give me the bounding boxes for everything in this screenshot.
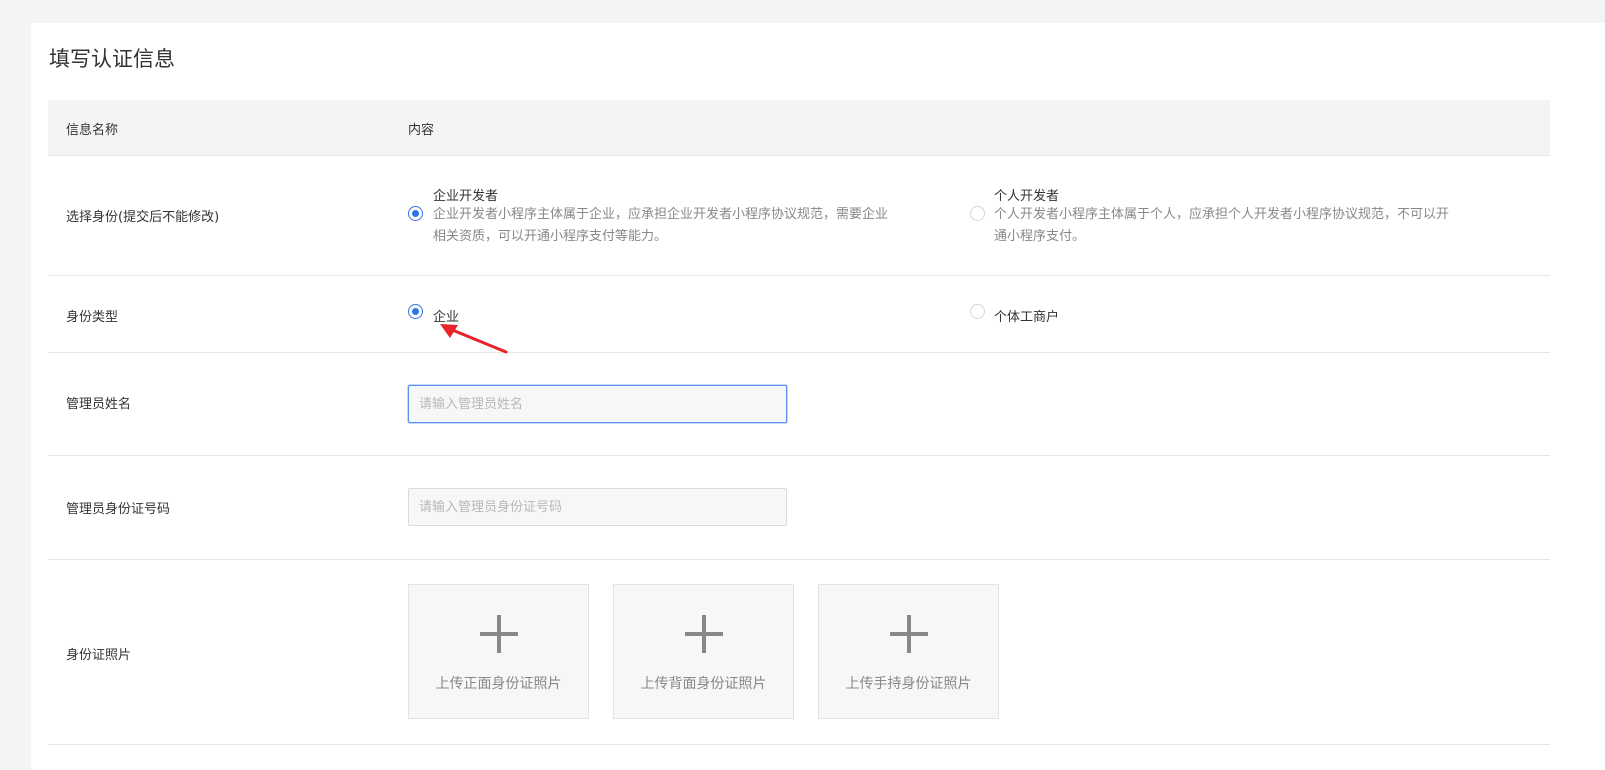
admin-name-label: 管理员姓名 — [66, 397, 132, 412]
enterprise-developer-radio[interactable] — [408, 206, 423, 221]
enterprise-developer-desc-line1: 企业开发者小程序主体属于企业，应承担企业开发者小程序协议规范，需要企业 — [433, 207, 889, 222]
identity-type-label: 身份类型 — [66, 310, 119, 325]
personal-developer-desc-line2: 通小程序支付。 — [994, 229, 1086, 244]
table-header: 信息名称 内容 — [48, 100, 1550, 156]
plus-icon — [480, 615, 518, 653]
admin-name-input[interactable] — [408, 385, 787, 423]
personal-developer-title[interactable]: 个人开发者 — [994, 185, 1059, 204]
admin-id-label: 管理员身份证号码 — [66, 502, 171, 517]
identity-type-row: 身份类型 企业 个体工商户 — [48, 276, 1550, 353]
upload-back-button[interactable]: 上传背面身份证照片 — [613, 584, 794, 719]
identity-row: 选择身份(提交后不能修改) 企业开发者 企业开发者小程序主体属于企业，应承担企业… — [48, 156, 1550, 276]
header-info-name: 信息名称 — [66, 123, 119, 138]
plus-icon — [890, 615, 928, 653]
id-photo-row: 身份证照片 上传正面身份证照片 上传背面身份证照片 上传手持身份证照片 — [48, 560, 1550, 745]
admin-id-row: 管理员身份证号码 — [48, 456, 1550, 560]
annotation-arrow-icon — [440, 324, 508, 354]
id-photo-label: 身份证照片 — [66, 648, 132, 663]
upload-front-button[interactable]: 上传正面身份证照片 — [408, 584, 589, 719]
admin-name-row: 管理员姓名 — [48, 353, 1550, 456]
enterprise-developer-desc-line2: 相关资质，可以开通小程序支付等能力。 — [433, 229, 668, 244]
enterprise-developer-title[interactable]: 企业开发者 — [433, 185, 498, 204]
form-table: 信息名称 内容 选择身份(提交后不能修改) 企业开发者 企业开发者小程序主体属于… — [48, 100, 1550, 745]
upload-front-label: 上传正面身份证照片 — [435, 676, 562, 692]
individual-business-option-label[interactable]: 个体工商户 — [994, 306, 1059, 325]
upload-handheld-button[interactable]: 上传手持身份证照片 — [818, 584, 999, 719]
admin-id-input[interactable] — [408, 488, 787, 526]
individual-business-radio[interactable] — [970, 304, 985, 319]
upload-back-label: 上传背面身份证照片 — [640, 676, 767, 692]
enterprise-radio[interactable] — [408, 304, 423, 319]
header-content: 内容 — [408, 123, 435, 138]
identity-label: 选择身份(提交后不能修改) — [66, 210, 220, 225]
page-title: 填写认证信息 — [49, 47, 175, 71]
personal-developer-desc-line1: 个人开发者小程序主体属于个人，应承担个人开发者小程序协议规范，不可以开 — [994, 207, 1450, 222]
plus-icon — [685, 615, 723, 653]
upload-handheld-label: 上传手持身份证照片 — [845, 676, 972, 692]
form-card: 填写认证信息 信息名称 内容 选择身份(提交后不能修改) 企业开发者 企业开发者… — [31, 23, 1605, 770]
personal-developer-radio[interactable] — [970, 206, 985, 221]
